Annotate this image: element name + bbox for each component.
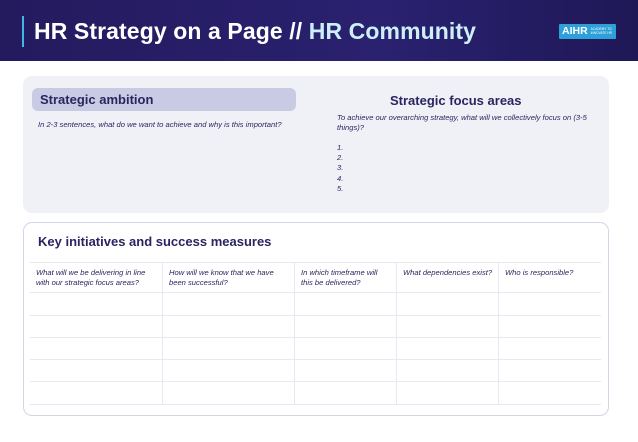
table-cell[interactable] — [499, 360, 601, 382]
table-cell[interactable] — [397, 316, 499, 338]
focus-item[interactable]: 4. — [337, 174, 343, 184]
table-cell[interactable] — [163, 316, 295, 338]
focus-item[interactable]: 2. — [337, 153, 343, 163]
table-cell[interactable] — [499, 316, 601, 338]
focus-item[interactable]: 3. — [337, 163, 343, 173]
logo-text: AIHR — [562, 25, 588, 37]
page-title-community: HR Community — [308, 18, 477, 44]
table-cell[interactable] — [397, 382, 499, 405]
focus-title: Strategic focus areas — [390, 93, 522, 108]
table-cell[interactable] — [163, 360, 295, 382]
column-header-success: How will we know that we have been succe… — [163, 263, 295, 293]
ambition-question: In 2-3 sentences, what do we want to ach… — [38, 120, 282, 129]
table-cell[interactable] — [295, 338, 397, 360]
column-header-responsible: Who is responsible? — [499, 263, 601, 293]
focus-item[interactable]: 5. — [337, 184, 343, 194]
table-cell[interactable] — [163, 382, 295, 405]
initiatives-title: Key initiatives and success measures — [38, 234, 272, 249]
table-cell[interactable] — [499, 382, 601, 405]
aihr-logo: AIHR Academy to Innovate HR — [559, 24, 616, 39]
table-cell[interactable] — [30, 338, 163, 360]
column-header-timeframe: In which timeframe will this be delivere… — [295, 263, 397, 293]
table-cell[interactable] — [499, 338, 601, 360]
table-cell[interactable] — [295, 316, 397, 338]
ambition-title: Strategic ambition — [40, 92, 154, 107]
logo-subtext: Academy to Innovate HR — [590, 26, 612, 35]
table-cell[interactable] — [163, 293, 295, 316]
table-cell[interactable] — [30, 293, 163, 316]
table-cell[interactable] — [163, 338, 295, 360]
page-title-main: HR Strategy on a Page // — [34, 18, 303, 44]
table-cell[interactable] — [397, 293, 499, 316]
title-accent-bar — [22, 16, 24, 47]
table-cell[interactable] — [30, 360, 163, 382]
table-cell[interactable] — [295, 382, 397, 405]
table-cell[interactable] — [295, 360, 397, 382]
initiatives-table: What will we be delivering in line with … — [30, 262, 601, 405]
table-cell[interactable] — [397, 338, 499, 360]
table-cell[interactable] — [295, 293, 397, 316]
column-header-dependencies: What dependencies exist? — [397, 263, 499, 293]
column-header-deliverables: What will we be delivering in line with … — [30, 263, 163, 293]
focus-question: To achieve our overarching strategy, wha… — [337, 113, 587, 132]
table-cell[interactable] — [397, 360, 499, 382]
table-cell[interactable] — [30, 316, 163, 338]
focus-item[interactable]: 1. — [337, 143, 343, 153]
table-cell[interactable] — [499, 293, 601, 316]
focus-list: 1. 2. 3. 4. 5. — [337, 143, 343, 194]
page-title: HR Strategy on a Page // HR Community — [34, 17, 476, 45]
table-cell[interactable] — [30, 382, 163, 405]
